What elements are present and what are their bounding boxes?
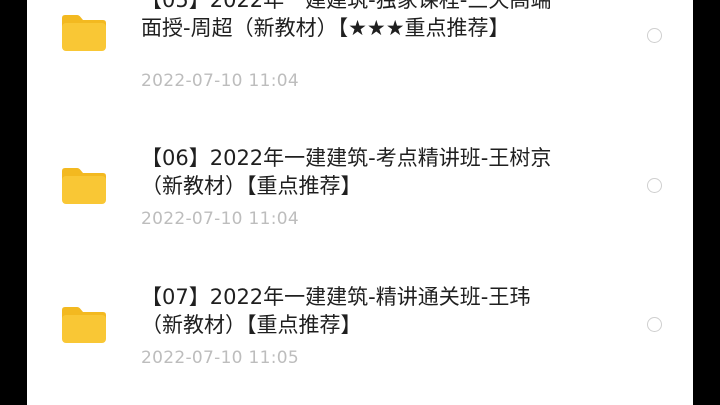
list-item[interactable]: 【06】2022年一建建筑-考点精讲班-王树京（新教材）【重点推荐】 2022-… bbox=[27, 138, 693, 258]
folder-icon bbox=[59, 166, 109, 206]
file-date: 2022-07-10 11:04 bbox=[141, 71, 299, 91]
folder-icon bbox=[59, 13, 109, 53]
folder-icon bbox=[59, 305, 109, 345]
list-item[interactable]: 【05】2022年一建建筑-独家课程-三天高端面授-周超（新教材）【★★★重点推… bbox=[27, 0, 693, 110]
file-title: 【05】2022年一建建筑-独家课程-三天高端面授-周超（新教材）【★★★重点推… bbox=[141, 0, 552, 40]
file-date: 2022-07-10 11:04 bbox=[141, 209, 299, 229]
select-radio[interactable] bbox=[647, 178, 662, 193]
file-date: 2022-07-10 11:05 bbox=[141, 348, 299, 368]
list-item[interactable]: 【07】2022年一建建筑-精讲通关班-王玮（新教材）【重点推荐】 2022-0… bbox=[27, 278, 693, 398]
file-list-panel: 【05】2022年一建建筑-独家课程-三天高端面授-周超（新教材）【★★★重点推… bbox=[27, 0, 693, 405]
file-title: 【07】2022年一建建筑-精讲通关班-王玮（新教材）【重点推荐】 bbox=[141, 285, 531, 337]
file-title: 【06】2022年一建建筑-考点精讲班-王树京（新教材）【重点推荐】 bbox=[141, 146, 552, 198]
select-radio[interactable] bbox=[647, 317, 662, 332]
select-radio[interactable] bbox=[647, 28, 662, 43]
